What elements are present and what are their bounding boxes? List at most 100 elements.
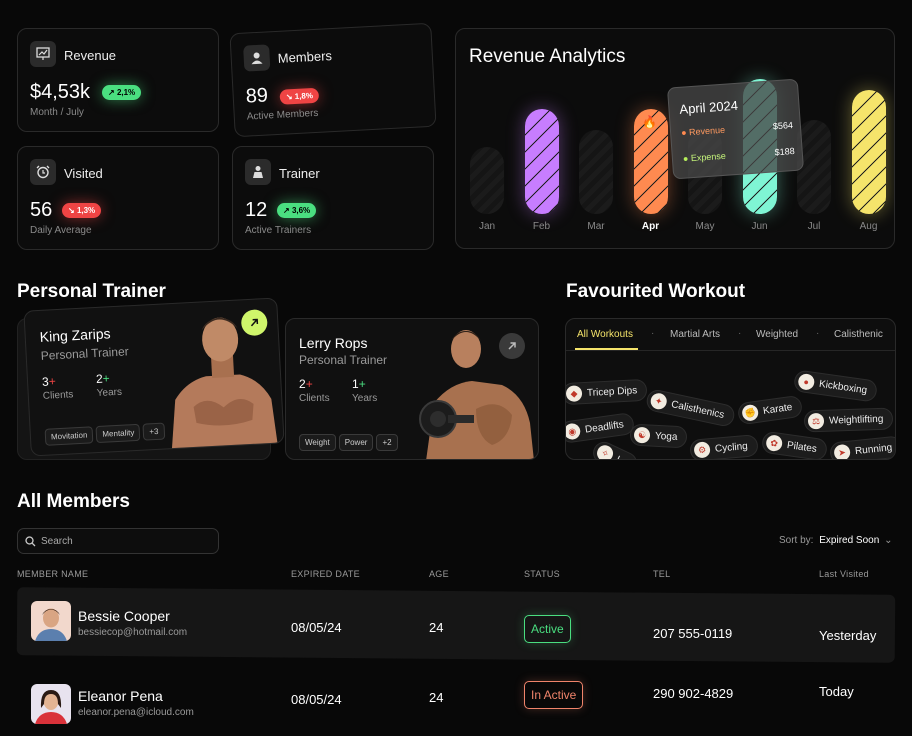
chip-label: Yoga xyxy=(654,430,678,443)
tab-separator: · xyxy=(816,328,820,339)
stat-title: Members xyxy=(277,48,333,66)
trainer-icon xyxy=(245,159,271,185)
trainer-card[interactable]: Trainer 12 ↗ 3,6% Active Trainers xyxy=(232,146,434,250)
workout-chip-yoga[interactable]: ☯ Yoga xyxy=(629,423,688,449)
chevron-down-icon: ⌄ xyxy=(884,535,893,546)
workout-chip-cycling[interactable]: ⚙ Cycling xyxy=(689,434,759,459)
workout-chip-running[interactable]: ➤ Running xyxy=(829,435,895,459)
tooltip-revenue-label: Revenue xyxy=(688,124,726,138)
deadlifts-icon: ◉ xyxy=(566,422,582,441)
stat-value: 12 xyxy=(245,199,268,221)
tag[interactable]: Movitation xyxy=(44,426,94,446)
workout-chip-calisthenics[interactable]: ✦ Calisthenics xyxy=(644,387,737,429)
column-tel[interactable]: TEL xyxy=(653,569,670,579)
revenue-card[interactable]: Revenue $4,53k ↗ 2,1% Month / July xyxy=(17,28,219,132)
column-member-name[interactable]: MEMBER NAME xyxy=(17,569,88,579)
tooltip-revenue-value: $564 xyxy=(772,120,794,132)
change-value: 1,8% xyxy=(294,91,314,102)
workout-chip-weightlifting[interactable]: ⚖ Weightlifting xyxy=(803,407,894,433)
tab-martial-arts[interactable]: Martial Arts xyxy=(670,329,720,340)
arrow-up-right-icon[interactable] xyxy=(499,333,525,359)
chart-bar-aug[interactable] xyxy=(851,89,886,214)
column-age[interactable]: AGE xyxy=(429,569,449,579)
stat-title: Trainer xyxy=(279,166,320,181)
clients-count: 2+ xyxy=(299,377,313,391)
workout-chip-kickboxing[interactable]: ● Kickboxing xyxy=(792,369,879,403)
trainer-name: Lerry Rops xyxy=(299,335,368,351)
tab-calisthenic[interactable]: Calisthenic xyxy=(834,329,883,340)
chip-label: Lu xyxy=(614,454,629,459)
pilates-icon: ✿ xyxy=(765,434,784,453)
cycling-icon: ⚙ xyxy=(693,441,711,459)
plus-sign: + xyxy=(358,377,366,391)
alarm-clock-icon xyxy=(30,159,56,185)
tab-weighted[interactable]: Weighted xyxy=(756,329,798,340)
trainer-name: King Zarips xyxy=(39,325,111,345)
favourited-workout-card: All Workouts · Martial Arts · Weighted ·… xyxy=(565,318,896,460)
visited-card[interactable]: Visited 56 ↘ 1,3% Daily Average xyxy=(17,146,219,250)
chart-month-label: Jun xyxy=(751,221,768,232)
trainer-tags: Movitation Mentality +3 xyxy=(44,420,167,446)
plus-sign: + xyxy=(48,374,57,389)
avatar xyxy=(31,684,71,724)
chip-label: Deadlifts xyxy=(584,418,625,436)
workout-chip-tricep-dips[interactable]: ◆ Tricep Dips xyxy=(566,378,648,406)
clients-label: Clients xyxy=(299,393,330,404)
years-count: 1+ xyxy=(352,377,366,391)
years-number: 1 xyxy=(352,377,359,391)
tag[interactable]: Mentality xyxy=(95,423,141,444)
workout-chip-pilates[interactable]: ✿ Pilates xyxy=(760,430,829,459)
chart-month-label: Aug xyxy=(859,221,878,232)
search-icon xyxy=(25,536,36,547)
sort-label: Sort by: xyxy=(779,535,814,546)
column-status[interactable]: STATUS xyxy=(524,569,560,579)
stat-title: Visited xyxy=(64,166,103,181)
tag[interactable]: Power xyxy=(338,434,374,451)
column-expired-date[interactable]: EXPIRED DATE xyxy=(291,569,360,579)
trainer-card-king-zarips[interactable]: King Zarips Personal Trainer 3+ Clients … xyxy=(23,297,285,457)
revenue-dot: ● xyxy=(680,127,687,138)
plus-sign: + xyxy=(102,371,111,386)
tooltip-expense-row: ● Expense $188 xyxy=(683,146,795,164)
kickboxing-icon: ● xyxy=(797,372,816,391)
yoga-icon: ☯ xyxy=(633,426,651,444)
tab-all-workouts[interactable]: All Workouts xyxy=(577,329,633,340)
tag[interactable]: Weight xyxy=(299,434,336,451)
chart-month-label: Jul xyxy=(807,221,821,232)
change-badge: ↘ 1,8% xyxy=(279,87,320,105)
chart-month-label: Apr xyxy=(641,221,660,232)
avatar xyxy=(31,601,71,641)
clients-number: 2 xyxy=(299,377,306,391)
tag-more[interactable]: +2 xyxy=(376,434,398,451)
years-label: Years xyxy=(352,393,378,404)
tooltip-month: April 2024 xyxy=(678,97,739,117)
tab-separator: · xyxy=(738,328,742,339)
table-row[interactable] xyxy=(16,587,896,663)
search-placeholder: Search xyxy=(41,536,73,547)
stat-title: Revenue xyxy=(64,48,117,63)
members-card[interactable]: Members 89 ↘ 1,8% Active Members xyxy=(229,22,437,138)
tag-more[interactable]: +3 xyxy=(142,422,165,441)
personal-trainer-title: Personal Trainer xyxy=(17,281,166,302)
workout-chip-karate[interactable]: ✊ Karate xyxy=(736,394,804,426)
trainer-card-lerry-rops[interactable]: Lerry Rops Personal Trainer 2+ Clients 1… xyxy=(285,318,539,460)
chart-bar-mar[interactable] xyxy=(579,130,613,214)
expired-date: 08/05/24 xyxy=(291,692,342,707)
workout-chip-deadlifts[interactable]: ◉ Deadlifts xyxy=(566,411,636,445)
change-badge: ↘ 1,3% xyxy=(62,203,102,218)
chip-label: Running xyxy=(854,441,893,457)
stat-subtitle: Month / July xyxy=(30,107,84,118)
chart-bar-jan[interactable] xyxy=(470,146,504,214)
column-last-visited[interactable]: Last Visited xyxy=(819,569,869,579)
last-visited: Today xyxy=(819,684,854,699)
change-badge: ↗ 3,6% xyxy=(277,203,317,218)
sort-dropdown[interactable]: Sort by: Expired Soon ⌄ xyxy=(779,535,892,546)
karate-icon: ✊ xyxy=(741,403,760,422)
search-input[interactable]: Search xyxy=(17,528,219,554)
chip-label: Cycling xyxy=(714,440,749,455)
calisthenics-icon: ✦ xyxy=(649,391,669,411)
chart-bar-feb[interactable] xyxy=(524,108,559,214)
sort-value: Expired Soon xyxy=(819,535,880,546)
member-email: bessiecop@hotmail.com xyxy=(78,627,188,638)
stat-value: 89 xyxy=(245,84,269,108)
